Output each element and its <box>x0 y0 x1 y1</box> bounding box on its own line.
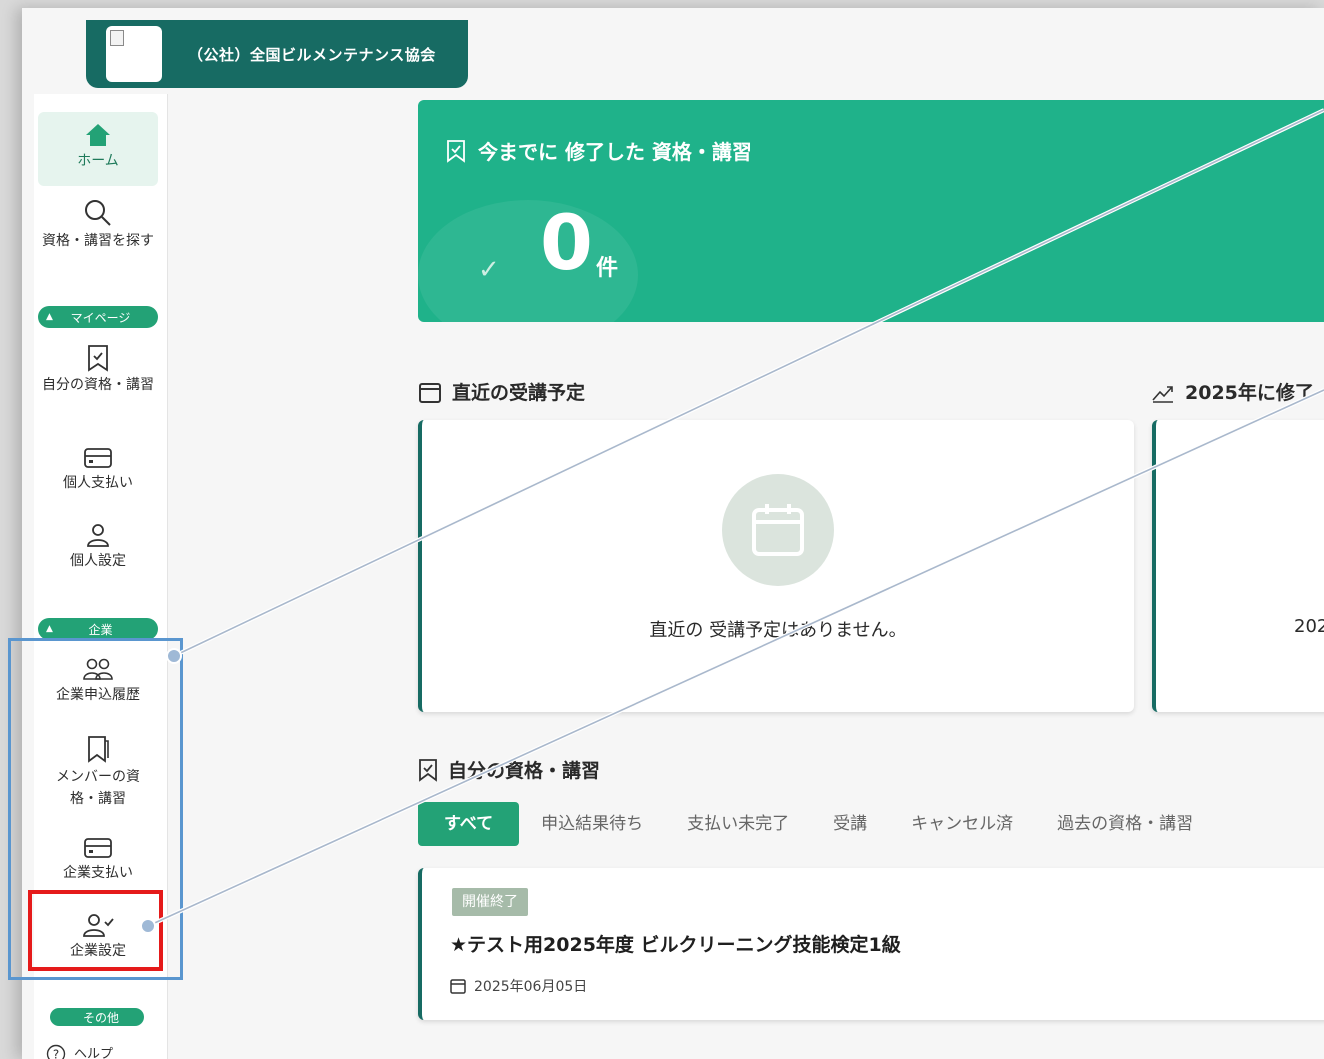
sidebar-item-label: 資格・講習を探す <box>42 233 154 249</box>
status-badge: 開催終了 <box>452 888 528 916</box>
sidebar-item-personal-payment[interactable]: 個人支払い <box>38 446 158 506</box>
completed-summary-title: 今までに 修了した 資格・講習 <box>446 136 752 165</box>
tab-unpaid[interactable]: 支払い未完了 <box>665 802 811 846</box>
my-courses-section-title: 自分の資格・講習 <box>418 756 600 783</box>
completed-year-text: 202 <box>1294 616 1324 637</box>
upcoming-empty-message: 直近の 受講予定はありません。 <box>649 620 907 641</box>
calendar-icon <box>419 382 441 403</box>
empty-calendar-badge <box>722 474 834 586</box>
sidebar-item-personal-settings[interactable]: 個人設定 <box>38 522 158 584</box>
section-label: その他 <box>82 1010 119 1025</box>
search-icon <box>85 200 111 226</box>
completed-summary-title-text: 今までに 修了した 資格・講習 <box>478 140 752 164</box>
sidebar-item-my-certs[interactable]: 自分の資格・講習 <box>38 344 158 428</box>
bookmark-check-icon <box>447 139 465 163</box>
upcoming-section-title-text: 直近の受講予定 <box>452 382 586 404</box>
tab-past[interactable]: 過去の資格・講習 <box>1035 802 1215 846</box>
sidebar-item-help[interactable]: ? ヘルプ <box>38 1042 158 1059</box>
completed-count: 0 <box>540 198 593 287</box>
course-filter-tabs: すべて 申込結果待ち 支払い未完了 受講 キャンセル済 過去の資格・講習 <box>418 802 1215 846</box>
sidebar-item-home[interactable]: ホーム <box>38 112 158 186</box>
home-icon <box>86 124 110 146</box>
help-circle-icon: ? <box>46 1044 66 1059</box>
section-toggle-mypage[interactable]: ▲ マイページ <box>38 306 158 328</box>
org-header: （公社）全国ビルメンテナンス協会 <box>86 20 468 88</box>
upcoming-section-title: 直近の受講予定 <box>418 378 585 405</box>
tab-awaiting-result[interactable]: 申込結果待ち <box>519 802 665 846</box>
sidebar-item-label: 自分の資格・講習 <box>42 377 154 393</box>
calendar-icon <box>450 979 466 994</box>
highlight-company-settings <box>28 890 163 971</box>
sidebar-item-label: 個人支払い <box>63 475 133 491</box>
app-window: （公社）全国ビルメンテナンス協会 ホーム 資格・講習を探す ▲ マイページ 自分… <box>22 8 1324 1059</box>
sidebar-item-label: ホーム <box>77 153 119 169</box>
completed-year-section-title-text: 2025年に修了 <box>1185 382 1314 404</box>
caret-up-icon: ▲ <box>46 312 53 322</box>
section-toggle-other[interactable]: その他 <box>50 1008 144 1026</box>
section-toggle-company[interactable]: ▲ 企業 <box>38 618 158 640</box>
user-icon <box>87 524 109 547</box>
tab-all[interactable]: すべて <box>418 802 520 846</box>
svg-text:?: ? <box>53 1048 59 1059</box>
completed-year-section-title: 2025年に修了 <box>1151 378 1314 405</box>
credit-card-icon <box>84 448 112 468</box>
upcoming-empty-card: 直近の 受講予定はありません。 <box>418 420 1134 712</box>
completed-summary-card: 今までに 修了した 資格・講習 ✓ 0 件 <box>418 100 1324 322</box>
section-label: 企業 <box>88 622 113 637</box>
bookmark-check-icon <box>419 758 437 782</box>
trending-up-icon <box>1152 385 1173 403</box>
course-title: ★テスト用2025年度 ビルクリーニング技能検定1級 <box>450 934 901 956</box>
sidebar-item-label: ヘルプ <box>74 1047 114 1059</box>
my-courses-section-title-text: 自分の資格・講習 <box>448 760 601 782</box>
org-name: （公社）全国ビルメンテナンス協会 <box>188 45 436 64</box>
course-date-text: 2025年06月05日 <box>474 979 588 995</box>
check-icon: ✓ <box>478 255 500 285</box>
sidebar-item-search[interactable]: 資格・講習を探す <box>38 198 158 282</box>
org-logo <box>106 26 162 82</box>
bookmark-check-icon <box>88 345 108 372</box>
section-label: マイページ <box>70 310 131 325</box>
app-content: （公社）全国ビルメンテナンス協会 ホーム 資格・講習を探す ▲ マイページ 自分… <box>34 14 1324 1059</box>
calendar-icon <box>752 504 804 556</box>
tab-cancelled[interactable]: キャンセル済 <box>889 802 1035 846</box>
course-card[interactable]: 開催終了 ★テスト用2025年度 ビルクリーニング技能検定1級 2025年06月… <box>418 868 1324 1020</box>
course-date: 2025年06月05日 <box>450 976 587 996</box>
tab-attending[interactable]: 受講 <box>811 802 889 846</box>
caret-up-icon: ▲ <box>46 624 53 634</box>
sidebar-item-label: 個人設定 <box>70 553 126 569</box>
completed-year-card: 202 <box>1152 420 1324 712</box>
completed-count-unit: 件 <box>596 256 619 281</box>
